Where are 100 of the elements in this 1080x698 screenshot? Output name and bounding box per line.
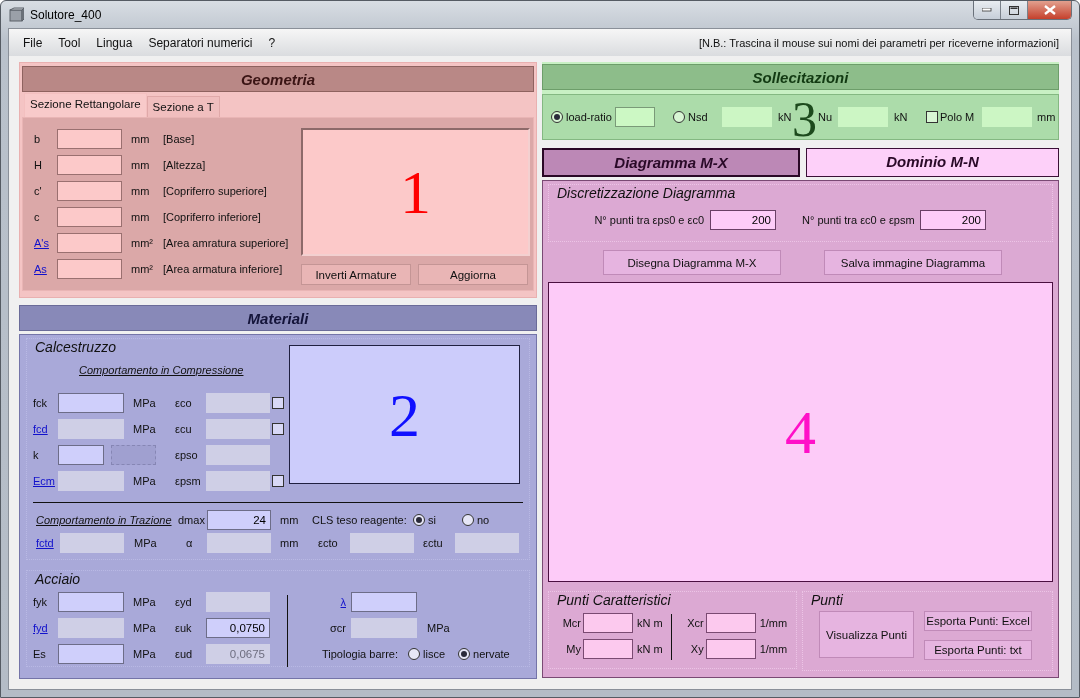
input-field[interactable]: 0,0750 <box>206 618 270 638</box>
input-field[interactable]: 200 <box>920 210 986 230</box>
checkbox[interactable] <box>272 475 284 487</box>
button[interactable]: Inverti Armature <box>301 264 411 285</box>
input-field[interactable] <box>351 592 417 612</box>
tab[interactable]: Sezione Rettangolare <box>24 93 147 117</box>
button[interactable]: Disegna Diagramma M-X <box>603 250 781 275</box>
field-label: c <box>33 211 41 223</box>
input-field[interactable] <box>58 592 124 612</box>
checkbox[interactable] <box>272 397 284 409</box>
input-field[interactable] <box>57 129 122 149</box>
field-label: dmax <box>178 513 206 526</box>
unit-label: kN m <box>637 643 663 655</box>
maximize-button[interactable] <box>1001 1 1028 19</box>
close-button[interactable] <box>1028 1 1071 19</box>
section-header: Materiali <box>19 305 537 331</box>
checkbox[interactable]: Polo M <box>926 111 982 123</box>
unit-label: kN <box>894 111 909 123</box>
field-label: Nu <box>818 111 834 123</box>
field-label: σcr <box>329 622 347 634</box>
parameter-link[interactable]: λ <box>310 596 351 608</box>
field-label: N° punti tra εc0 e εpsm <box>802 214 914 226</box>
input-field[interactable] <box>57 155 122 175</box>
unit-label: MPa <box>133 648 157 660</box>
input-field[interactable] <box>57 181 122 201</box>
menu-item[interactable]: File <box>15 35 51 50</box>
window-title: Solutore_400 <box>30 7 102 22</box>
section-link[interactable]: Comportamento in Compressione <box>79 364 289 390</box>
button[interactable]: Esporta Punti: Excel <box>924 611 1032 631</box>
group-title: Calcestruzzo <box>35 339 116 355</box>
unit-label: mm <box>131 133 151 145</box>
tab[interactable]: Diagramma M-X <box>542 148 800 177</box>
radio-button[interactable]: load-ratio <box>551 111 615 123</box>
unit-label: MPa <box>134 536 158 549</box>
radio-button[interactable]: si <box>413 513 462 526</box>
field-label: εyd <box>175 596 193 608</box>
input-field[interactable] <box>58 393 124 413</box>
button[interactable]: Esporta Punti: txt <box>924 640 1032 660</box>
section-link[interactable]: Comportamento in Trazione <box>36 513 178 526</box>
input-field[interactable] <box>58 644 124 664</box>
field-label: α <box>186 536 194 549</box>
unit-label: mm <box>131 159 151 171</box>
tab[interactable]: Dominio M-N <box>806 148 1059 177</box>
section-header: Sollecitazioni <box>542 64 1059 90</box>
field-description: [Copriferro inferiore] <box>163 211 261 223</box>
parameter-link[interactable]: fcd <box>33 423 58 435</box>
tab[interactable]: Sezione a T <box>146 96 220 117</box>
input-field[interactable] <box>57 259 122 279</box>
field-label: εpsm <box>175 475 202 487</box>
button[interactable]: Salva immagine Diagramma <box>824 250 1002 275</box>
radio-button[interactable]: no <box>462 513 490 526</box>
parameter-link[interactable]: Ecm <box>33 475 58 487</box>
menu-item[interactable]: Lingua <box>88 35 141 50</box>
close-icon <box>1043 5 1056 15</box>
field-label: εco <box>175 397 193 409</box>
menu-item[interactable]: Tool <box>50 35 89 50</box>
field-description: [Area armatura inferiore] <box>163 263 283 275</box>
menu-item[interactable]: ? <box>260 35 284 50</box>
field-label: εcu <box>175 423 193 435</box>
radio-button[interactable]: Nsd <box>673 111 722 123</box>
unit-label: mm² <box>131 237 154 249</box>
radio-button[interactable]: lisce <box>408 648 459 660</box>
button[interactable]: Visualizza Punti <box>819 611 914 658</box>
field-label: Es <box>33 648 47 660</box>
unit-label: kN m <box>637 617 663 629</box>
field-label: εcto <box>318 536 339 549</box>
input-field[interactable] <box>615 107 655 127</box>
input-field[interactable] <box>57 233 122 253</box>
unit-label: MPa <box>133 596 157 608</box>
minimize-icon <box>982 8 992 12</box>
button[interactable]: Aggiorna <box>418 264 528 285</box>
input-field[interactable]: 200 <box>710 210 776 230</box>
unit-label: kN <box>778 111 793 123</box>
unit-label: MPa <box>133 397 157 409</box>
unit-label: MPa <box>133 423 157 435</box>
unit-label: MPa <box>133 475 157 487</box>
field-label: c' <box>33 185 43 197</box>
canvas-number: 1 <box>400 161 431 223</box>
field-label: k <box>33 449 40 461</box>
field-label: fck <box>33 397 49 409</box>
menu-item[interactable]: Separatori numerici <box>140 35 261 50</box>
parameter-link[interactable]: fyd <box>33 622 58 634</box>
parameter-link[interactable]: A's <box>31 237 57 249</box>
unit-label: mm <box>131 185 151 197</box>
canvas-number: 2 <box>389 383 420 446</box>
input-field[interactable] <box>58 445 104 465</box>
section-header: Geometria <box>22 66 534 92</box>
input-field[interactable]: 24 <box>207 509 271 530</box>
parameter-link[interactable]: fctd <box>36 536 60 549</box>
field-description: [Copriferro superiore] <box>163 185 267 197</box>
unit-label: MPa <box>133 622 157 634</box>
hint-text: [N.B.: Trascina il mouse sui nomi dei parametri per riceverne informazioni] <box>698 36 1059 49</box>
parameter-link[interactable]: As <box>31 263 57 275</box>
checkbox[interactable] <box>272 423 284 435</box>
group-title: Discretizzazione Diagramma <box>557 185 736 201</box>
field-label: Tipologia barre: <box>322 648 399 660</box>
field-label: H <box>33 159 43 171</box>
unit-label: mm <box>1037 111 1056 123</box>
radio-button[interactable]: nervate <box>458 648 510 660</box>
input-field[interactable] <box>57 207 122 227</box>
